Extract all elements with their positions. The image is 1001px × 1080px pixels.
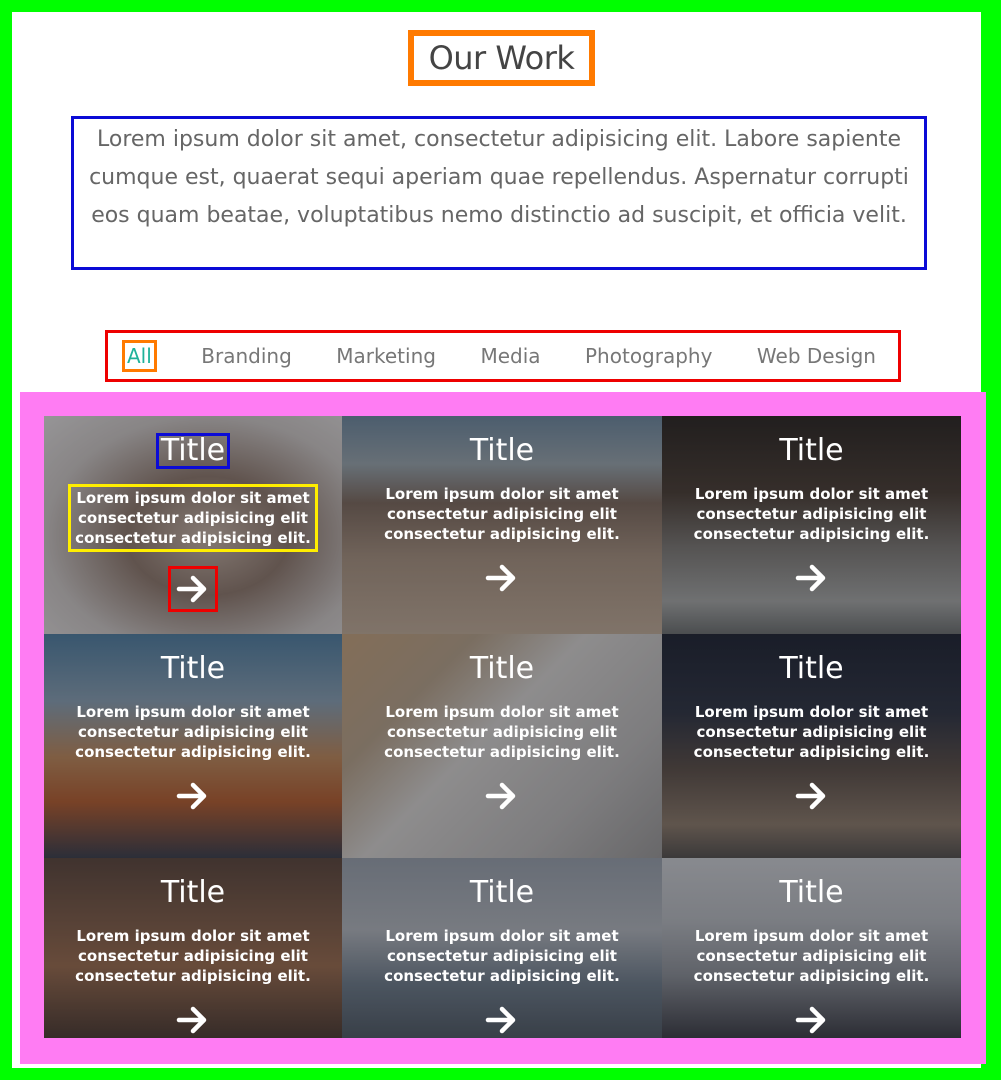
arrow-right-icon[interactable]	[480, 558, 524, 598]
filter-branding[interactable]: Branding	[201, 344, 292, 368]
arrow-right-icon[interactable]	[790, 776, 834, 816]
arrow-right-icon[interactable]	[480, 776, 524, 816]
filter-photography[interactable]: Photography	[585, 344, 712, 368]
portfolio-item-text: Lorem ipsum dolor sit amet consectetur a…	[384, 485, 620, 543]
filter-marketing[interactable]: Marketing	[336, 344, 436, 368]
portfolio-grid: Title Lorem ipsum dolor sit amet consect…	[44, 416, 961, 1038]
arrow-right-icon[interactable]	[480, 1000, 524, 1038]
filter-all[interactable]: All	[122, 340, 157, 372]
portfolio-item[interactable]: Title Lorem ipsum dolor sit amet consect…	[44, 858, 342, 1038]
portfolio-item[interactable]: Title Lorem ipsum dolor sit amet consect…	[662, 858, 961, 1038]
portfolio-item[interactable]: Title Lorem ipsum dolor sit amet consect…	[342, 858, 662, 1038]
portfolio-item-text: Lorem ipsum dolor sit amet consectetur a…	[75, 927, 311, 985]
portfolio-item-text: Lorem ipsum dolor sit amet consectetur a…	[384, 927, 620, 985]
portfolio-item[interactable]: Title Lorem ipsum dolor sit amet consect…	[342, 416, 662, 634]
portfolio-filter-bar: All Branding Marketing Media Photography…	[105, 330, 901, 382]
portfolio-item-title: Title	[160, 875, 226, 910]
arrow-right-icon[interactable]	[790, 1000, 834, 1038]
portfolio-item[interactable]: Title Lorem ipsum dolor sit amet consect…	[44, 634, 342, 858]
arrow-right-icon[interactable]	[171, 776, 215, 816]
section-description: Lorem ipsum dolor sit amet, consectetur …	[71, 116, 927, 270]
section-title-box: Our Work	[408, 30, 595, 86]
portfolio-item-title: Title	[160, 651, 226, 686]
portfolio-item-title: Title	[779, 433, 844, 468]
arrow-right-icon[interactable]	[168, 566, 218, 612]
portfolio-item-text: Lorem ipsum dolor sit amet consectetur a…	[693, 485, 930, 543]
portfolio-item-text: Lorem ipsum dolor sit amet consectetur a…	[68, 484, 318, 552]
portfolio-item-title: Title	[779, 875, 844, 910]
portfolio-item-text: Lorem ipsum dolor sit amet consectetur a…	[693, 703, 930, 761]
filter-media[interactable]: Media	[480, 344, 540, 368]
arrow-right-icon[interactable]	[171, 1000, 215, 1038]
arrow-right-icon[interactable]	[790, 558, 834, 598]
portfolio-item[interactable]: Title Lorem ipsum dolor sit amet consect…	[342, 634, 662, 858]
portfolio-item[interactable]: Title Lorem ipsum dolor sit amet consect…	[44, 416, 342, 634]
portfolio-item-text: Lorem ipsum dolor sit amet consectetur a…	[693, 927, 930, 985]
portfolio-item-title: Title	[155, 433, 231, 469]
section-title: Our Work	[414, 36, 589, 80]
portfolio-item-title: Title	[779, 651, 844, 686]
portfolio-item-text: Lorem ipsum dolor sit amet consectetur a…	[75, 703, 311, 761]
filter-web-design[interactable]: Web Design	[757, 344, 876, 368]
portfolio-item-text: Lorem ipsum dolor sit amet consectetur a…	[384, 703, 620, 761]
portfolio-item-title: Title	[469, 433, 535, 468]
portfolio-item-title: Title	[469, 875, 535, 910]
portfolio-item[interactable]: Title Lorem ipsum dolor sit amet consect…	[662, 634, 961, 858]
portfolio-item-title: Title	[469, 651, 535, 686]
portfolio-item[interactable]: Title Lorem ipsum dolor sit amet consect…	[662, 416, 961, 634]
